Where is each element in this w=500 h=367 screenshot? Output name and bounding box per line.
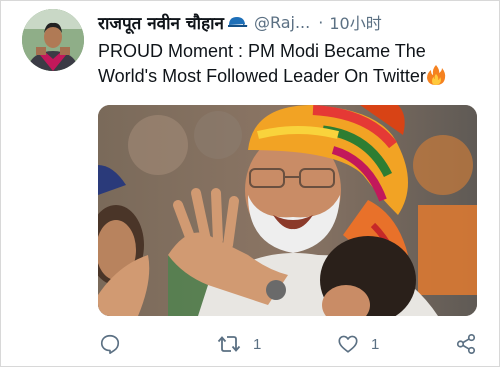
reply-button[interactable] <box>99 331 121 357</box>
tweet-card[interactable]: राजपूत नवीन चौहान @Raj... · 10小时 PROUD M… <box>0 0 500 367</box>
reply-icon <box>100 334 120 354</box>
avatar-image <box>22 9 84 71</box>
tweet-text-content: PROUD Moment : PM Modi Became The World'… <box>98 41 426 86</box>
share-button[interactable] <box>455 331 477 357</box>
retweet-count: 1 <box>253 335 262 353</box>
tweet-actions: 1 1 <box>1 331 500 357</box>
separator-dot: · <box>318 12 324 32</box>
tweet-photo <box>98 105 477 316</box>
author-name[interactable]: राजपूत नवीन चौहान <box>98 11 224 34</box>
author-handle[interactable]: @Raj... <box>254 13 310 32</box>
like-count: 1 <box>371 335 380 353</box>
avatar[interactable] <box>22 9 84 71</box>
like-button[interactable]: 1 <box>337 331 379 357</box>
timestamp[interactable]: 10小时 <box>329 10 381 34</box>
fire-icon <box>426 65 446 85</box>
retweet-button[interactable]: 1 <box>217 331 261 357</box>
retweet-icon <box>217 336 241 352</box>
share-icon <box>456 334 476 354</box>
heart-icon <box>338 335 358 353</box>
cap-icon <box>227 17 248 27</box>
tweet-header: राजपूत नवीन चौहान @Raj... · 10小时 <box>98 10 382 34</box>
tweet-text: PROUD Moment : PM Modi Became The World'… <box>98 39 488 89</box>
tweet-media[interactable] <box>98 105 477 316</box>
